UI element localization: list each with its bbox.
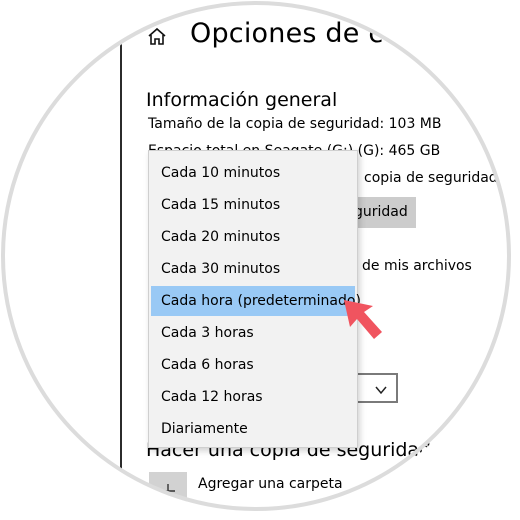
dropdown-option-15min[interactable]: Cada 15 minutos xyxy=(151,190,355,220)
chevron-down-icon xyxy=(374,380,388,395)
plus-icon xyxy=(161,484,175,498)
add-folder-label[interactable]: Agregar una carpeta xyxy=(198,476,343,492)
dropdown-option-20min[interactable]: Cada 20 minutos xyxy=(151,222,355,252)
dropdown-option-10min[interactable]: Cada 10 minutos xyxy=(151,158,355,188)
dropdown-option-30min[interactable]: Cada 30 minutos xyxy=(151,254,355,284)
pointer-arrow-icon xyxy=(340,296,390,351)
add-folder-button[interactable] xyxy=(149,472,187,510)
backup-files-frequency-label: de mis archivos xyxy=(362,258,472,274)
backup-size-text: Tamaño de la copia de seguridad: 103 MB xyxy=(148,116,442,132)
dropdown-option-12h[interactable]: Cada 12 horas xyxy=(151,382,355,412)
sidebar-edge xyxy=(120,0,122,520)
backup-frequency-dropdown[interactable]: Cada 10 minutos Cada 15 minutos Cada 20 … xyxy=(148,150,361,448)
dropdown-option-6h[interactable]: Cada 6 horas xyxy=(151,350,355,380)
dropdown-option-daily[interactable]: Diariamente xyxy=(151,414,355,444)
dropdown-option-hourly-selected[interactable]: Cada hora (predeterminado) xyxy=(151,286,361,316)
backup-status-text: copia de seguridad d xyxy=(364,170,512,186)
overview-title: Información general xyxy=(146,89,338,111)
home-icon[interactable] xyxy=(147,27,167,47)
backup-options-page: Opciones de copi Información general Tam… xyxy=(0,0,520,520)
dropdown-option-3h[interactable]: Cada 3 horas xyxy=(151,318,355,348)
page-title: Opciones de copi xyxy=(190,18,426,49)
